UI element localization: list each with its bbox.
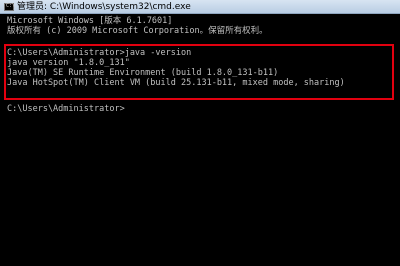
console-line-copyright: 版权所有 (c) 2009 Microsoft Corporation。保留所有… — [7, 26, 268, 36]
console-line-runtime: Java(TM) SE Runtime Environment (build 1… — [7, 68, 279, 78]
console-line-vm: Java HotSpot(TM) Client VM (build 25.131… — [7, 78, 345, 88]
console-line-java-version: java version "1.8.0_131" — [7, 58, 130, 68]
cmd-icon: C:\ — [4, 2, 16, 11]
title-bar[interactable]: C:\ 管理员: C:\Windows\system32\cmd.exe — [0, 0, 400, 14]
window-title: 管理员: C:\Windows\system32\cmd.exe — [17, 1, 191, 12]
console-line-version: Microsoft Windows [版本 6.1.7601] — [7, 16, 173, 26]
console-line-command: C:\Users\Administrator>java -version — [7, 48, 192, 58]
console-prompt[interactable]: C:\Users\Administrator> — [7, 104, 125, 114]
cmd-window: C:\ 管理员: C:\Windows\system32\cmd.exe Mic… — [0, 0, 400, 266]
console-output[interactable]: Microsoft Windows [版本 6.1.7601] 版权所有 (c)… — [4, 16, 396, 264]
